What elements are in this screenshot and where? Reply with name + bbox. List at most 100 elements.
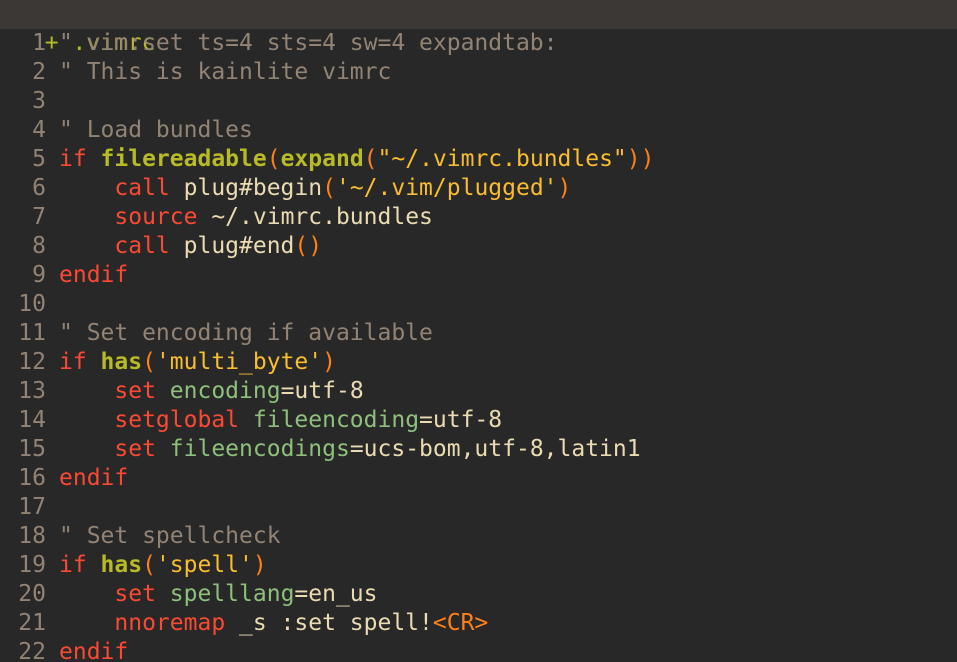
code-line[interactable]: 8 call plug#end() <box>0 232 957 261</box>
code-token: call <box>114 175 170 201</box>
line-number: 6 <box>32 175 46 201</box>
line-number: 15 <box>18 436 46 462</box>
tabline[interactable]: + .vimrc <box>0 0 957 56</box>
code-token: set <box>114 581 156 607</box>
code-token: ) <box>322 349 336 375</box>
code-line[interactable]: 4 " Load bundles <box>0 116 957 145</box>
line-number: 18 <box>18 523 46 549</box>
code-line[interactable]: 5 if filereadable(expand("~/.vimrc.bundle… <box>0 145 957 174</box>
code-token: " Load bundles <box>59 117 253 143</box>
code-line[interactable]: 17 <box>0 493 957 522</box>
code-token: =ucs-bom,utf-8,latin1 <box>349 436 641 462</box>
code-token: if <box>59 146 101 172</box>
code-token: ~/.vimrc.bundles <box>197 204 433 230</box>
line-number: 10 <box>18 291 46 317</box>
code-line[interactable]: 21 nnoremap _s :set spell!<CR> <box>0 609 957 638</box>
code-token: filereadable <box>100 146 267 172</box>
code-line[interactable]: 12 if has('multi_byte') <box>0 348 957 377</box>
code-token: endif <box>59 262 129 288</box>
code-token: " Set spellcheck <box>59 523 281 549</box>
code-line[interactable]: 19 if has('spell') <box>0 551 957 580</box>
line-code: " vim:set ts=4 sts=4 sw=4 expandtab: <box>46 29 558 58</box>
code-line[interactable]: 20 set spelllang=en_us <box>0 580 957 609</box>
line-number: 8 <box>32 233 46 259</box>
code-token: nnoremap <box>114 610 226 636</box>
code-token: ) <box>557 175 572 201</box>
code-token: 'spell' <box>155 552 253 578</box>
line-number: 12 <box>18 349 46 375</box>
line-number: 1 <box>32 30 46 56</box>
code-line[interactable]: 9 endif <box>0 261 957 290</box>
line-number: 21 <box>18 610 46 636</box>
code-line[interactable]: 11 " Set encoding if available <box>0 319 957 348</box>
code-token: has <box>100 552 143 578</box>
code-line[interactable]: 16 endif <box>0 464 957 493</box>
code-token: fileencoding <box>252 407 420 433</box>
code-line[interactable]: 22 endif <box>0 638 957 662</box>
code-token: expand <box>280 146 364 172</box>
code-token: setglobal <box>114 407 240 433</box>
code-token: set <box>114 436 156 462</box>
line-code: endif <box>46 261 128 290</box>
code-token: has <box>100 349 143 375</box>
code-token: endif <box>59 639 129 662</box>
code-token: encoding <box>169 378 281 404</box>
code-token: if <box>59 349 101 375</box>
code-token: set <box>114 378 156 404</box>
code-line[interactable]: 14 setglobal fileencoding=utf-8 <box>0 406 957 435</box>
code-line[interactable]: 7 source ~/.vimrc.bundles <box>0 203 957 232</box>
line-code: " Set encoding if available <box>46 319 433 348</box>
code-token: () <box>294 233 323 259</box>
line-code: set spelllang=en_us <box>46 580 378 609</box>
code-line[interactable]: 2 " This is kainlite vimrc <box>0 58 957 87</box>
code-line[interactable]: 6 call plug#begin('~/.vim/plugged') <box>0 174 957 203</box>
code-line[interactable]: 10 <box>0 290 957 319</box>
line-number: 7 <box>32 204 46 230</box>
code-token: ( <box>142 349 156 375</box>
code-token: '~/.vim/plugged' <box>335 175 558 201</box>
code-line[interactable]: 15 set fileencodings=ucs-bom,utf-8,latin… <box>0 435 957 464</box>
code-token: =en_us <box>294 581 378 607</box>
code-token: ( <box>266 146 281 172</box>
code-token: " Set encoding if available <box>59 320 433 346</box>
line-code: set encoding=utf-8 <box>46 377 364 406</box>
code-token: 'multi_byte' <box>155 349 323 375</box>
line-number: 9 <box>32 262 46 288</box>
line-number: 14 <box>18 407 46 433</box>
code-token: plug#begin <box>169 175 323 201</box>
code-line[interactable]: 18 " Set spellcheck <box>0 522 957 551</box>
code-token: if <box>59 552 101 578</box>
code-token: fileencodings <box>169 436 350 462</box>
line-code: if has('multi_byte') <box>46 348 336 377</box>
line-code: " This is kainlite vimrc <box>46 58 391 87</box>
code-line[interactable]: 13 set encoding=utf-8 <box>0 377 957 406</box>
line-number: 4 <box>32 117 46 143</box>
line-code: " Load bundles <box>46 116 253 145</box>
code-token: =utf-8 <box>280 378 364 404</box>
code-token: call <box>114 233 170 259</box>
code-token: ) <box>252 552 267 578</box>
editor-buffer[interactable]: 1 " vim:set ts=4 sts=4 sw=4 expandtab: 2 " … <box>0 29 957 662</box>
line-code: endif <box>46 638 128 662</box>
code-line[interactable]: 3 <box>0 87 957 116</box>
code-token: " vim:set ts=4 sts=4 sw=4 expandtab: <box>59 30 558 56</box>
code-line[interactable]: 1 " vim:set ts=4 sts=4 sw=4 expandtab: <box>0 29 957 58</box>
code-token: )) <box>626 146 655 172</box>
code-token: endif <box>59 465 129 491</box>
code-token: ( <box>322 175 336 201</box>
line-code: call plug#begin('~/.vim/plugged') <box>46 174 571 203</box>
